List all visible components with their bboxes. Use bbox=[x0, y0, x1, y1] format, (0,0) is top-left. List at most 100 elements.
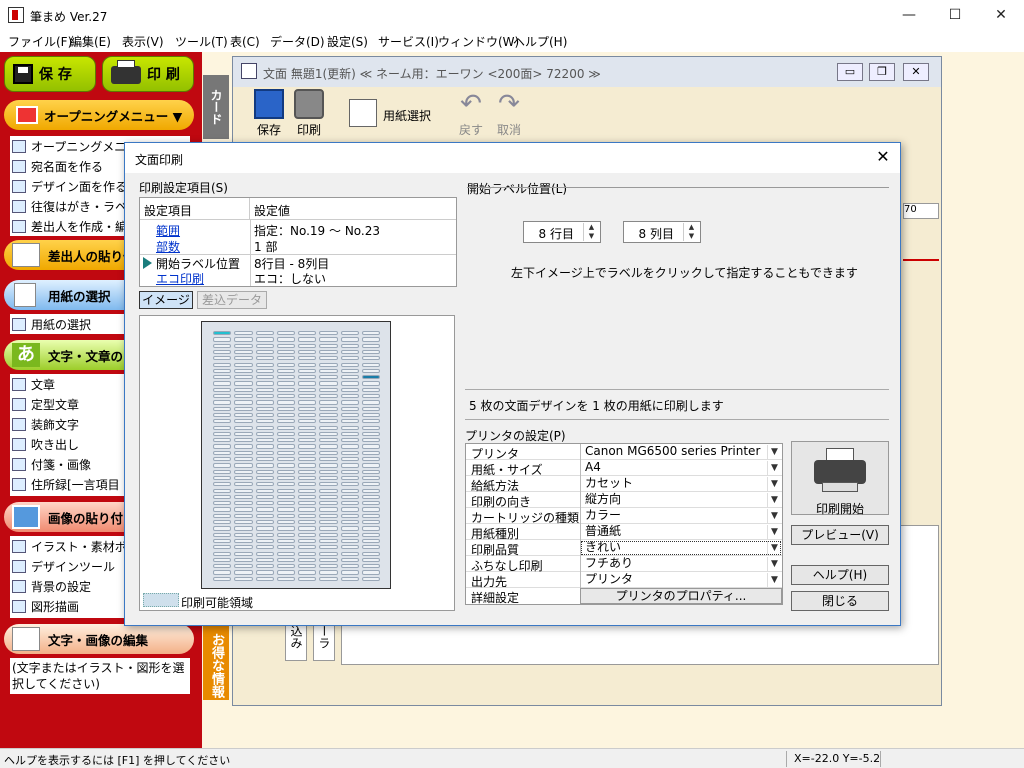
label-cell[interactable] bbox=[340, 570, 359, 575]
label-cell[interactable] bbox=[298, 375, 317, 380]
label-cell[interactable] bbox=[213, 438, 232, 443]
label-cell[interactable] bbox=[234, 412, 253, 418]
label-cell[interactable] bbox=[234, 570, 253, 575]
label-cell[interactable] bbox=[234, 513, 253, 518]
label-cell[interactable] bbox=[298, 457, 317, 462]
label-cell[interactable] bbox=[298, 494, 317, 500]
label-cell[interactable] bbox=[255, 337, 274, 342]
table-row[interactable]: 部数 1 部 bbox=[140, 238, 456, 254]
label-cell[interactable] bbox=[276, 501, 295, 506]
label-cell[interactable] bbox=[361, 564, 380, 569]
label-cell[interactable] bbox=[340, 412, 359, 418]
label-cell[interactable] bbox=[361, 545, 380, 550]
label-cell[interactable] bbox=[298, 438, 317, 443]
label-cell[interactable] bbox=[213, 475, 232, 481]
label-cell[interactable] bbox=[234, 494, 253, 500]
label-cell[interactable] bbox=[234, 475, 253, 481]
label-cell[interactable] bbox=[298, 400, 317, 405]
label-cell[interactable] bbox=[361, 526, 380, 531]
table-row[interactable]: 範囲 指定：No.19 〜 No.23 bbox=[140, 222, 456, 238]
sidebar-print-button[interactable]: 印 刷 bbox=[102, 56, 194, 92]
label-cell[interactable] bbox=[340, 381, 359, 386]
label-cell[interactable] bbox=[213, 368, 232, 374]
label-cell[interactable] bbox=[276, 356, 295, 361]
label-cell[interactable] bbox=[213, 564, 232, 569]
label-cell[interactable] bbox=[340, 538, 359, 544]
label-cell[interactable] bbox=[340, 520, 359, 525]
label-cell[interactable] bbox=[234, 349, 253, 355]
label-cell[interactable] bbox=[361, 425, 380, 430]
tab-image[interactable]: イメージ bbox=[139, 291, 193, 309]
label-cell[interactable] bbox=[319, 406, 338, 411]
toolbar-print-button[interactable]: 印刷 bbox=[289, 89, 329, 138]
label-cell[interactable] bbox=[276, 425, 295, 430]
label-cell[interactable] bbox=[298, 431, 317, 437]
label-cell[interactable] bbox=[276, 482, 295, 487]
label-cell[interactable] bbox=[276, 450, 295, 455]
label-cell[interactable] bbox=[361, 457, 380, 462]
label-cell[interactable] bbox=[276, 463, 295, 468]
label-cell[interactable] bbox=[234, 450, 253, 455]
label-cell[interactable] bbox=[276, 564, 295, 569]
preview-button[interactable]: プレビュー(V) bbox=[791, 525, 889, 545]
label-cell[interactable] bbox=[340, 457, 359, 462]
label-cell[interactable] bbox=[298, 482, 317, 487]
label-cell[interactable] bbox=[298, 425, 317, 430]
label-cell[interactable] bbox=[276, 457, 295, 462]
label-cell[interactable] bbox=[361, 469, 380, 474]
label-cell[interactable] bbox=[361, 375, 380, 380]
label-cell[interactable] bbox=[298, 520, 317, 525]
label-cell[interactable] bbox=[213, 375, 232, 380]
label-cell[interactable] bbox=[361, 520, 380, 525]
label-cell[interactable] bbox=[276, 387, 295, 392]
label-cell[interactable] bbox=[234, 419, 253, 424]
label-cell[interactable] bbox=[319, 551, 338, 556]
label-cell[interactable] bbox=[213, 419, 232, 424]
label-cell[interactable] bbox=[213, 400, 232, 405]
label-cell[interactable] bbox=[255, 576, 274, 581]
label-cell[interactable] bbox=[361, 557, 380, 563]
label-cell[interactable] bbox=[298, 450, 317, 455]
label-cell[interactable] bbox=[361, 501, 380, 506]
label-cell[interactable] bbox=[255, 526, 274, 531]
label-cell[interactable] bbox=[234, 526, 253, 531]
label-cell[interactable] bbox=[255, 343, 274, 348]
label-cell[interactable] bbox=[234, 557, 253, 563]
label-cell[interactable] bbox=[361, 444, 380, 449]
label-cell[interactable] bbox=[276, 406, 295, 411]
label-cell[interactable] bbox=[276, 431, 295, 437]
label-cell[interactable] bbox=[234, 368, 253, 374]
label-cell[interactable] bbox=[255, 482, 274, 487]
label-cell[interactable] bbox=[319, 457, 338, 462]
label-cell[interactable] bbox=[340, 375, 359, 380]
chevron-down-icon[interactable]: ▼ bbox=[767, 573, 781, 587]
label-cell[interactable] bbox=[361, 463, 380, 468]
label-cell[interactable] bbox=[340, 475, 359, 481]
label-cell[interactable] bbox=[255, 469, 274, 474]
label-cell[interactable] bbox=[319, 564, 338, 569]
label-cell[interactable] bbox=[213, 576, 232, 581]
table-row[interactable]: プリンタ Canon MG6500 series Printer ▼ bbox=[466, 444, 782, 461]
label-cell[interactable] bbox=[298, 362, 317, 367]
label-cell[interactable] bbox=[255, 362, 274, 367]
label-cell[interactable] bbox=[340, 513, 359, 518]
label-cell[interactable] bbox=[319, 469, 338, 474]
label-cell[interactable] bbox=[340, 463, 359, 468]
label-cell[interactable] bbox=[255, 557, 274, 563]
label-cell[interactable] bbox=[298, 331, 317, 336]
label-cell[interactable] bbox=[213, 520, 232, 525]
label-cell[interactable] bbox=[361, 494, 380, 500]
label-cell[interactable] bbox=[319, 501, 338, 506]
label-cell[interactable] bbox=[340, 394, 359, 399]
label-cell[interactable] bbox=[298, 557, 317, 563]
toolbar-save-button[interactable]: 保存 bbox=[249, 89, 289, 138]
label-cell[interactable] bbox=[340, 331, 359, 336]
label-cell[interactable] bbox=[213, 526, 232, 531]
label-cell[interactable] bbox=[234, 394, 253, 399]
table-row[interactable]: 印刷の向き 縦方向 ▼ bbox=[466, 492, 782, 509]
label-cell[interactable] bbox=[298, 387, 317, 392]
label-cell[interactable] bbox=[340, 444, 359, 449]
chevron-down-icon[interactable]: ▼ bbox=[767, 525, 781, 539]
label-cell[interactable] bbox=[234, 343, 253, 348]
label-cell[interactable] bbox=[255, 475, 274, 481]
